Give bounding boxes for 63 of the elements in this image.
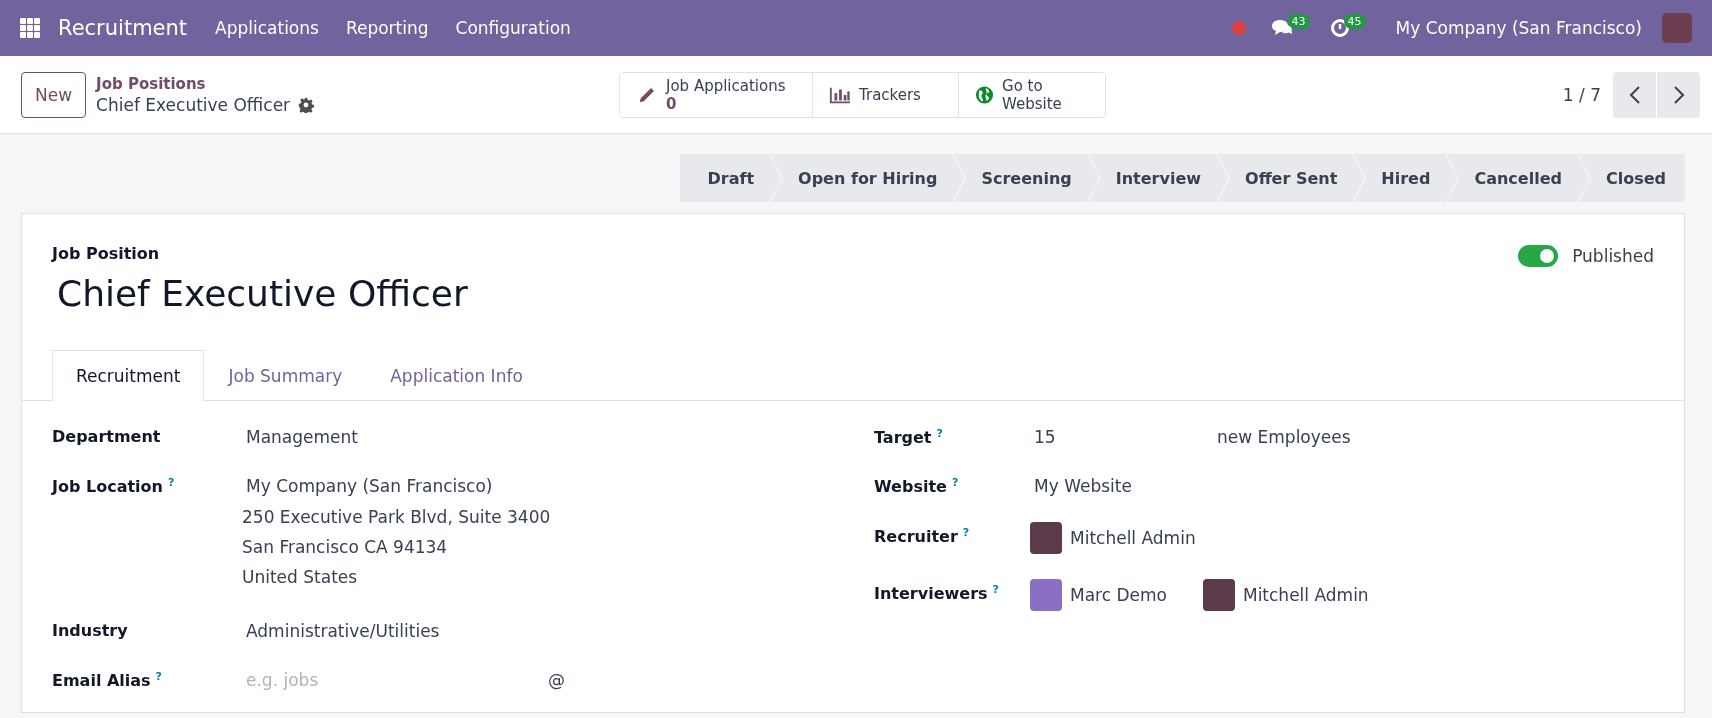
chat-icon[interactable]: [1269, 18, 1294, 38]
help-tooltip[interactable]: ?: [167, 476, 175, 489]
company-switcher[interactable]: My Company (San Francisco): [1395, 18, 1642, 38]
field-label: Target: [874, 428, 932, 448]
previous-button[interactable]: [1613, 71, 1656, 118]
field-label: Job Location: [52, 477, 163, 497]
breadcrumb-link[interactable]: Job Positions: [96, 74, 315, 93]
status-stage[interactable]: Interview: [1105, 154, 1212, 202]
help-tooltip[interactable]: ?: [992, 582, 999, 596]
help-tooltip[interactable]: ?: [962, 525, 970, 539]
chevron-left-icon: [1628, 84, 1641, 105]
toggle-label: Published: [1572, 246, 1654, 266]
message-count: 43: [1287, 13, 1310, 29]
chevron-right-icon: [1672, 84, 1685, 105]
help-tooltip[interactable]: ?: [155, 670, 162, 683]
status-stage[interactable]: Draft: [697, 154, 765, 202]
clock-icon[interactable]: [1329, 18, 1350, 38]
field-value[interactable]: Management: [242, 427, 358, 447]
address-line: San Francisco CA 94134: [242, 536, 449, 559]
published-toggle[interactable]: [1518, 245, 1559, 267]
tab[interactable]: Recruitment: [52, 350, 205, 401]
field-label: Email Alias: [52, 671, 151, 691]
status-stage[interactable]: Hired: [1371, 154, 1441, 202]
field-label: Department: [52, 427, 161, 446]
next-button[interactable]: [1657, 71, 1700, 118]
field-label: Interviewers: [874, 584, 988, 603]
status-stage[interactable]: Screening: [971, 154, 1082, 202]
apps-menu-icon[interactable]: [20, 18, 40, 38]
field-label: Job Position: [52, 244, 161, 263]
user-name[interactable]: Mitchell Admin: [1070, 527, 1196, 548]
user-name[interactable]: Mitchell Admin: [1242, 584, 1369, 605]
menu-item[interactable]: Applications: [215, 18, 319, 38]
status-stage[interactable]: Closed: [1595, 154, 1676, 202]
status-stage[interactable]: Open for Hiring: [788, 154, 948, 202]
globe-icon: [975, 84, 995, 105]
record-title: Chief Executive Officer: [57, 273, 468, 314]
at-sign: @: [548, 670, 565, 691]
help-tooltip[interactable]: ?: [951, 476, 959, 490]
status-stage[interactable]: Offer Sent: [1235, 154, 1348, 202]
gear-icon[interactable]: [298, 96, 315, 113]
user-name[interactable]: Marc Demo: [1070, 584, 1167, 605]
field-label: Website: [874, 477, 947, 497]
breadcrumb-current: Chief Executive Officer: [96, 94, 291, 115]
activity-count: 45: [1343, 13, 1366, 29]
field-label: Industry: [52, 621, 128, 640]
field-label: Recruiter: [874, 527, 958, 546]
smart-button[interactable]: Job Applications 0: [620, 72, 813, 117]
help-tooltip[interactable]: ?: [936, 427, 943, 440]
unit-label: new Employees: [1216, 427, 1351, 448]
field-value[interactable]: My Company (San Francisco): [242, 476, 551, 496]
address-line: 250 Executive Park Blvd, Suite 3400: [242, 506, 551, 529]
field-value[interactable]: 15: [1030, 427, 1213, 448]
app-name[interactable]: Recruitment: [58, 16, 188, 40]
menu-item[interactable]: Configuration: [455, 18, 571, 38]
field-value[interactable]: Administrative/Utilities: [242, 621, 440, 641]
tab[interactable]: Application Info: [366, 350, 547, 401]
status-stage[interactable]: Cancelled: [1464, 154, 1572, 202]
menu-item[interactable]: Reporting: [345, 18, 429, 38]
field-value[interactable]: My Website: [1030, 476, 1132, 497]
tab[interactable]: Job Summary: [204, 350, 367, 401]
pager-value: 1 / 7: [1562, 84, 1601, 105]
address-line: United States: [242, 566, 359, 589]
new-button[interactable]: New: [21, 71, 87, 118]
